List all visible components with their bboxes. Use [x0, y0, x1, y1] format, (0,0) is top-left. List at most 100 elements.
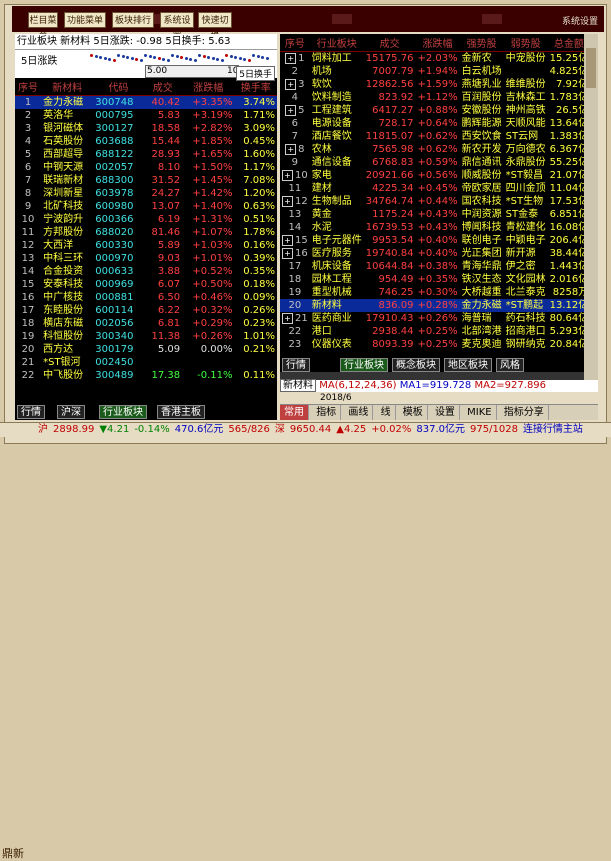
- table-row[interactable]: +8 农林 7565.98 +0.62% 新农开发 万向德农 6.367亿: [280, 143, 590, 156]
- cell-name: 深圳新星: [43, 188, 84, 199]
- table-row[interactable]: 13 黄金 1175.24 +0.43% 中润资源 ST金泰 6.851亿: [280, 208, 590, 221]
- expand-icon[interactable]: +: [282, 313, 293, 324]
- mini-chart-dot: [193, 59, 197, 62]
- col-header-price[interactable]: 成交: [363, 34, 416, 52]
- table-row[interactable]: 14 水泥 16739.53 +0.43% 博闻科技 青松建化 16.08亿: [280, 221, 590, 234]
- scroll-thumb[interactable]: [586, 48, 596, 88]
- table-row[interactable]: 11 建材 4225.34 +0.45% 帝欧家居 四川金顶 11.04亿: [280, 182, 590, 195]
- col-header-price[interactable]: 成交: [143, 78, 183, 96]
- expand-icon[interactable]: +: [282, 196, 293, 207]
- cell-price: 31.52: [151, 175, 181, 186]
- toolbar-btn-column[interactable]: 栏目菜单: [28, 12, 58, 42]
- col-header-weak[interactable]: 弱势股: [503, 34, 548, 52]
- tab-industry-sector[interactable]: 行业板块: [340, 358, 388, 372]
- table-row[interactable]: 17 机床设备 10644.84 +0.38% 青海华鼎 伊之密 1.443亿: [280, 260, 590, 273]
- tab-hushen[interactable]: 沪深: [57, 405, 85, 419]
- menu-mike[interactable]: MIKE: [463, 405, 497, 420]
- cell-price: 3.88: [157, 266, 181, 277]
- menu-common[interactable]: 常用: [280, 405, 309, 420]
- col-header-sector[interactable]: 行业板块: [309, 34, 364, 52]
- toolbar-btn-settings[interactable]: 系统设置: [160, 12, 194, 42]
- col-header-idx[interactable]: 序号: [15, 78, 42, 96]
- table-row[interactable]: 4 饮料制造 823.92 +1.12% 百润股份 吉林森工 1.783亿: [280, 91, 590, 104]
- table-row[interactable]: 2 英洛华 000795 5.83 +3.19% 1.71%: [15, 109, 277, 122]
- table-row[interactable]: 15 安泰科技 000969 6.07 +0.50% 0.18%: [15, 278, 277, 291]
- expand-icon[interactable]: +: [282, 248, 293, 259]
- table-row[interactable]: 22 港口 2938.44 +0.25% 北部湾港 招商港口 5.293亿: [280, 325, 590, 338]
- col-header-name[interactable]: 新材料: [41, 78, 94, 96]
- tab-hk-main[interactable]: 香港主板: [157, 405, 205, 419]
- table-row[interactable]: 9 通信设备 6768.83 +0.59% 鼎信通讯 永鼎股份 55.25亿: [280, 156, 590, 169]
- table-row[interactable]: +15 电子元器件 9953.54 +0.40% 联创电子 中颖电子 206.4亿: [280, 234, 590, 247]
- vertical-scrollbar[interactable]: [584, 34, 598, 392]
- menu-indicator[interactable]: 指标: [312, 405, 342, 420]
- table-row[interactable]: 20 西方达 300179 5.09 0.00% 0.21%: [15, 343, 277, 356]
- tab-quote[interactable]: 行情: [282, 358, 310, 372]
- table-row[interactable]: 7 联瑞新材 688300 31.52 +1.45% 7.08%: [15, 174, 277, 187]
- table-row[interactable]: 4 石英股份 603688 15.44 +1.85% 0.45%: [15, 135, 277, 148]
- menu-draw-line[interactable]: 画线: [344, 405, 374, 420]
- tab-style[interactable]: 风格: [496, 358, 524, 372]
- table-row[interactable]: 18 横店东磁 002056 6.81 +0.29% 0.23%: [15, 317, 277, 330]
- toolbar-btn-sector-rank[interactable]: 板块排行: [112, 12, 154, 28]
- tab-industry-sector[interactable]: 行业板块: [99, 405, 147, 419]
- table-row[interactable]: 21 *ST银河 002450: [15, 356, 277, 369]
- table-row[interactable]: 22 中飞股份 300489 17.38 -0.11% 0.11%: [15, 369, 277, 382]
- table-row[interactable]: +10 家电 20921.66 +0.56% 顺威股份 *ST毅昌 21.07亿: [280, 169, 590, 182]
- menu-indicator-share[interactable]: 指标分享: [500, 405, 549, 420]
- table-row[interactable]: 2 机场 7007.79 +1.94% 白云机场 4.825亿: [280, 65, 590, 78]
- toolbar-btn-quick-switch[interactable]: 快速切换: [198, 12, 232, 42]
- table-row[interactable]: 9 北矿科技 600980 13.07 +1.40% 0.63%: [15, 200, 277, 213]
- table-row[interactable]: 19 重型机械 746.25 +0.30% 大桥越重 北兰泰克 8258万: [280, 286, 590, 299]
- table-row[interactable]: 8 深圳新星 603978 24.27 +1.42% 1.20%: [15, 187, 277, 200]
- cell-code: 000970: [95, 253, 134, 264]
- table-row[interactable]: 6 电源设备 728.17 +0.64% 鹏辉能源 天顺风能 13.64亿: [280, 117, 590, 130]
- expand-icon[interactable]: +: [285, 53, 297, 64]
- tab-concept-sector[interactable]: 概念板块: [392, 358, 440, 372]
- expand-icon[interactable]: +: [285, 79, 297, 90]
- table-row[interactable]: 20 新材料 836.09 +0.28% 金力永磁 *ST鹏起 13.12亿: [280, 299, 591, 312]
- toolbar-right-label[interactable]: 系统设置: [562, 14, 598, 27]
- table-row[interactable]: 19 科恒股份 300340 11.38 +0.26% 1.01%: [15, 330, 277, 343]
- col-header-chg[interactable]: 涨跌幅: [182, 78, 235, 96]
- expand-icon[interactable]: +: [282, 235, 293, 246]
- table-row[interactable]: +1 饲料加工 15175.76 +2.03% 金新农 中宠股份 15.25亿: [280, 52, 590, 66]
- table-row[interactable]: 13 中科三环 000970 9.03 +1.01% 0.39%: [15, 252, 277, 265]
- menu-settings[interactable]: 设置: [431, 405, 460, 420]
- table-row[interactable]: +12 生物制品 34764.74 +0.44% 国农科技 *ST生物 17.53亿: [280, 195, 590, 208]
- horizontal-scrollbar[interactable]: [280, 372, 584, 380]
- table-row[interactable]: 10 宁波韵升 600366 6.19 +1.31% 0.51%: [15, 213, 277, 226]
- table-row[interactable]: 7 酒店餐饮 11815.07 +0.62% 西安饮食 ST云网 1.383亿: [280, 130, 590, 143]
- tab-quote[interactable]: 行情: [17, 405, 45, 419]
- table-row[interactable]: 11 方邦股份 688020 81.46 +1.07% 1.78%: [15, 226, 277, 239]
- expand-icon[interactable]: +: [282, 170, 293, 181]
- menu-line[interactable]: 线: [377, 405, 396, 420]
- table-row[interactable]: +16 医疗服务 19740.84 +0.40% 光正集团 新开源 38.44亿: [280, 247, 590, 260]
- cell-name: 金力永磁: [41, 95, 94, 109]
- table-row[interactable]: +3 软饮 12862.56 +1.59% 燕塘乳业 维维股份 7.92亿: [280, 78, 590, 91]
- table-row[interactable]: 16 中广核技 000881 6.50 +0.46% 0.09%: [15, 291, 277, 304]
- col-header-idx[interactable]: 序号: [280, 34, 310, 52]
- table-row[interactable]: 3 银河磁体 300127 18.58 +2.82% 3.09%: [15, 122, 277, 135]
- status-item: ▼4.21: [99, 424, 130, 435]
- table-row[interactable]: 12 大西洋 600330 5.89 +1.03% 0.16%: [15, 239, 277, 252]
- table-row[interactable]: 5 西部超导 688122 28.93 +1.65% 1.60%: [15, 148, 277, 161]
- table-row[interactable]: 6 中钢天源 002057 8.10 +1.50% 1.17%: [15, 161, 277, 174]
- days-button[interactable]: 5日换手: [236, 66, 275, 81]
- menu-template[interactable]: 模板: [399, 405, 428, 420]
- table-row[interactable]: 18 园林工程 954.49 +0.35% 铁汉生态 文化园林 2.016亿: [280, 273, 590, 286]
- cell-strong: 青海华鼎: [461, 261, 502, 272]
- col-header-strong[interactable]: 强势股: [459, 34, 504, 52]
- expand-icon[interactable]: +: [285, 105, 297, 116]
- tab-region-sector[interactable]: 地区板块: [444, 358, 492, 372]
- table-row[interactable]: 17 东睦股份 600114 6.22 +0.32% 0.26%: [15, 304, 277, 317]
- table-row[interactable]: 1 金力永磁 300748 40.42 +3.35% 3.74%: [15, 95, 277, 109]
- table-row[interactable]: +5 工程建筑 6417.27 +0.88% 安徽股份 神州高铁 26.5亿: [280, 104, 590, 117]
- table-row[interactable]: +21 医药商业 17910.43 +0.26% 海普瑞 药石科技 80.64亿: [280, 312, 590, 325]
- col-header-chg[interactable]: 涨跌幅: [415, 34, 460, 52]
- table-row[interactable]: 14 合金投资 000633 3.88 +0.52% 0.35%: [15, 265, 277, 278]
- col-header-code[interactable]: 代码: [93, 78, 144, 96]
- toolbar-btn-function[interactable]: 功能菜单: [64, 12, 106, 28]
- expand-icon[interactable]: +: [285, 144, 297, 155]
- table-row[interactable]: 23 仪器仪表 8093.39 +0.25% 麦克奥迪 钢研纳克 20.84亿: [280, 338, 590, 351]
